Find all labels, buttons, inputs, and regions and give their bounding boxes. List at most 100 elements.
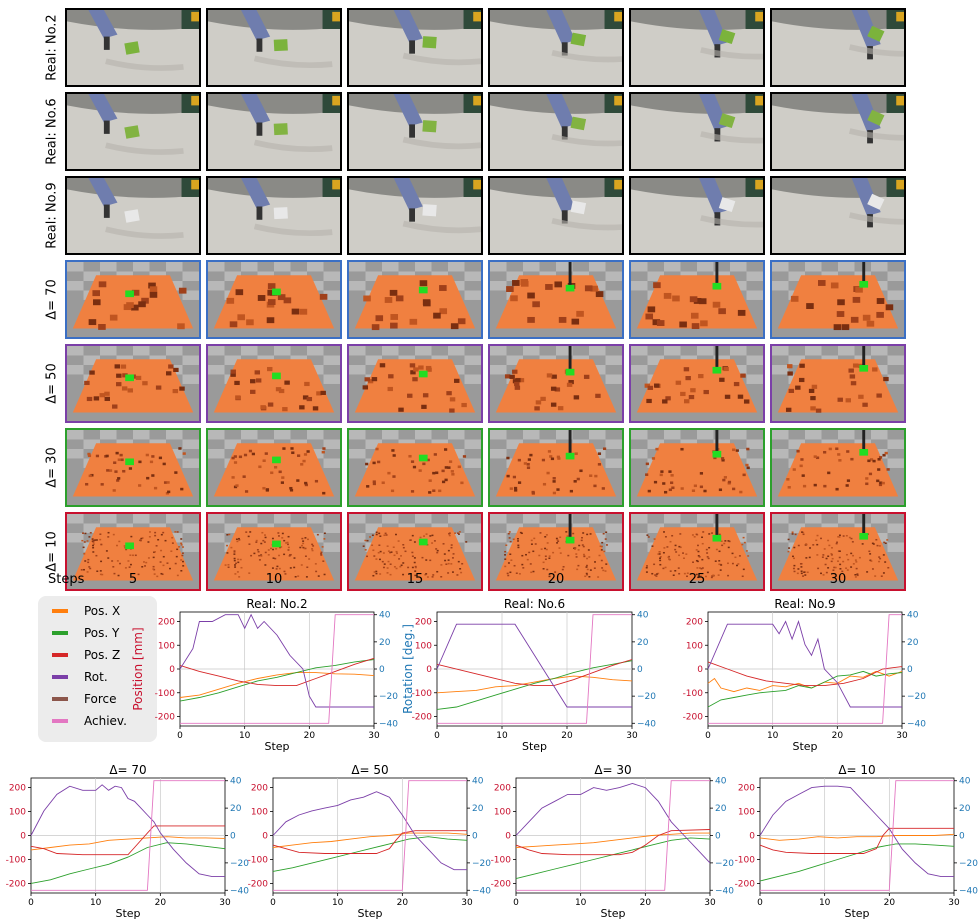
series-line [436,660,633,710]
legend-item: Achiev. [52,712,127,730]
frame-image [629,344,765,423]
y2-tick-label: 40 [230,777,242,787]
y2-tick-label: −20 [379,692,398,702]
y-tick-label: -100 [248,855,269,865]
series-line [272,791,467,871]
y2-tick-label: 0 [472,832,478,842]
y-tick-label: -200 [491,879,512,889]
frame-image [488,176,624,255]
y-tick-label: 0 [262,832,268,842]
y2-tick-label: 20 [715,804,727,814]
y-tick-label: 200 [415,618,432,628]
series-line [437,614,632,724]
legend-item: Rot. [52,668,108,686]
frame-image [629,428,765,507]
x-tick-label: 20 [884,898,896,908]
step-label: 20 [547,572,565,587]
y-tick-label: 100 [9,808,26,818]
series-line [515,832,710,848]
y-tick-label: 0 [169,665,175,675]
legend-swatch [52,719,68,723]
legend-label: Rot. [84,670,108,684]
y-tick-label: 100 [251,808,268,818]
frame-image [347,428,483,507]
x-tick-label: 30 [948,898,960,908]
chart: 0 10 20 30 -200 -100 0 100 200 −40 −20 0 20 40 Δ= 30 St… [491,763,735,920]
frame-image [206,260,342,339]
x-tick-label: 10 [332,898,344,908]
series-line [273,780,467,891]
y2-tick-label: 20 [472,804,484,814]
frame-image [629,8,765,87]
chart: 0 10 20 30-200-1000100200−40−2002040Real: N… [412,597,657,753]
series-line [707,670,903,693]
series-line [515,837,711,880]
row-label: Δ= 50 [44,363,60,404]
x-tick-label: 30 [368,731,380,741]
frame-image [65,260,201,339]
y-tick-label: 100 [158,641,175,651]
row-label: Real: No.9 [44,182,60,249]
y2-tick-label: 40 [379,611,391,621]
x-tick-label: 10 [575,898,587,908]
y2-axis-label: Rotation [deg.] [401,624,415,714]
y-tick-label: 200 [9,784,26,794]
x-tick-label: 0 [270,898,276,908]
frame-image [65,176,201,255]
legend-swatch [52,653,68,657]
step-label: 30 [829,572,847,587]
series-line [708,614,902,724]
series-line [759,843,955,882]
x-tick-label: 0 [513,898,519,908]
series-line [759,785,954,878]
series-line [179,657,375,687]
frame-image [488,260,624,339]
frame-image [347,8,483,87]
chart: 0 10 20 30 -200 -100 0 100 200 −40 −20 0 20 40 Δ= 70 St… [6,763,250,920]
x-tick-label: 10 [819,898,831,908]
row-label: Real: No.6 [44,98,60,165]
y-tick-label: -100 [491,855,512,865]
chart: 0 10 20 30-200-1000100200−40−2002040Real: N… [683,597,927,753]
frame-image [770,8,906,87]
y2-tick-label: 40 [715,777,727,787]
frame-image [770,176,906,255]
x-axis-label: Step [264,740,289,753]
chart: 0 10 20 30 -200 -100 0 100 200 −40 −20 0 20 40 Δ= 10 St… [735,763,979,920]
legend-label: Force [84,692,117,706]
x-tick-label: 10 [239,731,251,741]
series-line [707,670,903,708]
y2-tick-label: 20 [907,638,919,648]
series-line [516,780,710,891]
rollout-image-grid: Real: No.2 Real: No.6 Real: No.9 Δ= 70 Δ= 50… [0,0,979,600]
y-tick-label: -200 [155,713,176,723]
y-tick-label: 200 [738,784,755,794]
row-label: Δ= 30 [44,447,60,488]
legend-item: Pos. X [52,602,120,620]
series-line [515,783,711,864]
frame-image [488,428,624,507]
step-label: 10 [265,572,283,587]
plot-frame [707,611,903,727]
y-tick-label: 0 [749,832,755,842]
y2-tick-label: −40 [959,886,978,896]
series-line [272,830,467,854]
chart-title: Δ= 30 [594,763,631,777]
y-tick-label: 100 [494,808,511,818]
legend-swatch [52,631,68,635]
step-label: 15 [406,572,424,587]
frame-image [488,344,624,423]
y-tick-label: -200 [683,713,704,723]
x-axis-label: Step [600,907,625,920]
series-line [436,623,632,708]
series-line [31,780,225,891]
frame-image [770,260,906,339]
x-tick-label: 20 [155,898,167,908]
chart: 0 10 20 30 -200 -100 0 100 200 −40 −20 0 20 40 Δ= 50 St… [248,763,492,920]
x-tick-label: 0 [434,731,440,741]
series-line [759,833,955,841]
y-tick-label: 100 [415,641,432,651]
series-line [707,661,903,687]
y2-tick-label: −20 [472,859,491,869]
frame-image [347,344,483,423]
